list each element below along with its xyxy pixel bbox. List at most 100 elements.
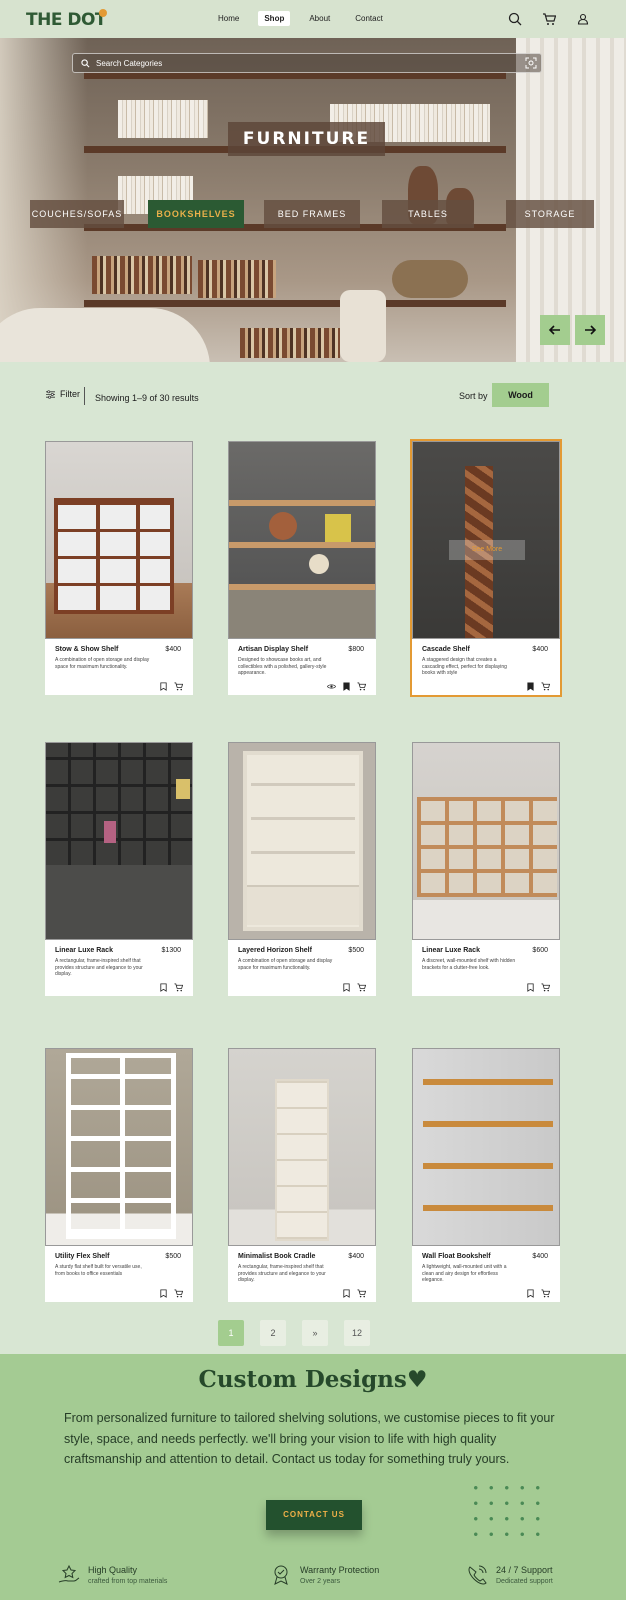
product-card[interactable]: Wall Float Bookshelf $400 A lightweight, w…: [412, 1048, 560, 1302]
product-price: $800: [348, 646, 364, 653]
product-card[interactable]: Linear Luxe Rack $600 A discreet, wall-mou…: [412, 742, 560, 996]
product-price: $600: [532, 947, 548, 954]
see-more-button[interactable]: See More: [449, 540, 525, 560]
bookmark-icon[interactable]: [526, 678, 535, 691]
header-icons: [508, 12, 590, 26]
hero-lamp: [340, 290, 386, 362]
category-couches[interactable]: COUCHES/SOFAS: [30, 200, 124, 228]
cart-icon[interactable]: [174, 1285, 184, 1298]
results-count: Showing 1–9 of 30 results: [95, 393, 199, 403]
product-name: Linear Luxe Rack: [422, 947, 480, 954]
nav-home[interactable]: Home: [212, 11, 245, 26]
bookmark-icon[interactable]: [342, 979, 351, 992]
sort-select[interactable]: Wood: [492, 383, 549, 407]
cart-icon[interactable]: [541, 979, 551, 992]
product-card[interactable]: Linear Luxe Rack $1300 A rectangular, fram…: [45, 742, 193, 996]
hero-basket: [392, 260, 468, 298]
last-page-button[interactable]: 12: [344, 1320, 370, 1346]
hero-shelf: [84, 72, 506, 79]
nav-shop[interactable]: Shop: [258, 11, 291, 26]
feature-quality: High Quality crafted from top materials: [58, 1564, 167, 1586]
product-card[interactable]: Layered Horizon Shelf $500 A combination o…: [228, 742, 376, 996]
product-image[interactable]: [45, 1048, 193, 1246]
hero-shelf: [84, 300, 506, 307]
product-image[interactable]: [45, 742, 193, 940]
hero-books: [240, 328, 340, 358]
bookmark-icon[interactable]: [526, 979, 535, 992]
product-card[interactable]: Stow & Show Shelf $400 A combination of op…: [45, 441, 193, 695]
search-icon[interactable]: [508, 12, 522, 26]
product-name: Minimalist Book Cradle: [238, 1253, 316, 1260]
category-bed-frames[interactable]: BED FRAMES: [264, 200, 360, 228]
product-description: A combination of open storage and displa…: [238, 958, 333, 971]
cart-icon[interactable]: [357, 979, 367, 992]
product-card[interactable]: Minimalist Book Cradle $400 A rectangular,…: [228, 1048, 376, 1302]
results-toolbar: Filter Showing 1–9 of 30 results Sort by…: [0, 383, 626, 411]
bookmark-icon[interactable]: [526, 1285, 535, 1298]
product-price: $400: [532, 1253, 548, 1260]
support-phone-icon: [468, 1565, 487, 1585]
product-image[interactable]: [228, 1048, 376, 1246]
product-image[interactable]: [412, 1048, 560, 1246]
product-name: Cascade Shelf: [422, 646, 470, 653]
product-price: $1300: [161, 947, 181, 954]
contact-us-button[interactable]: CONTACT US: [266, 1500, 362, 1530]
feature-sub: Over 2 years: [300, 1578, 341, 1585]
arrow-right-icon: [585, 325, 597, 335]
product-description: A rectangular, frame-inspired shelf that…: [55, 958, 143, 977]
prev-arrow-button[interactable]: [540, 315, 570, 345]
bookmark-icon[interactable]: [342, 1285, 351, 1298]
product-description: A sturdy flat shelf built for versatile …: [55, 1264, 142, 1277]
view-icon[interactable]: [327, 678, 336, 689]
search-bar[interactable]: [72, 53, 542, 73]
product-image[interactable]: [228, 441, 376, 639]
cart-icon[interactable]: [357, 1285, 367, 1298]
feature-title: High Quality: [88, 1565, 138, 1575]
custom-title: Custom Designs♥: [198, 1366, 428, 1393]
product-price: $400: [532, 646, 548, 653]
logo[interactable]: THE DOT: [26, 10, 107, 30]
product-image[interactable]: [228, 742, 376, 940]
product-image[interactable]: See More: [412, 441, 560, 639]
next-arrow-button[interactable]: [575, 315, 605, 345]
category-bookshelves[interactable]: BOOKSHELVES: [148, 200, 244, 228]
scan-icon[interactable]: [525, 57, 537, 69]
search-input[interactable]: [96, 58, 516, 68]
search-icon: [81, 58, 90, 67]
product-name: Stow & Show Shelf: [55, 646, 119, 653]
product-image[interactable]: [45, 441, 193, 639]
hero-books: [92, 256, 192, 294]
product-name: Linear Luxe Rack: [55, 947, 113, 954]
category-storage[interactable]: STORAGE: [506, 200, 594, 228]
bookmark-icon[interactable]: [159, 979, 168, 992]
cart-icon[interactable]: [357, 678, 367, 691]
product-actions: [526, 678, 551, 691]
product-image[interactable]: [412, 742, 560, 940]
cart-icon[interactable]: [541, 1285, 551, 1298]
product-card[interactable]: Utility Flex Shelf $500 A sturdy flat shel…: [45, 1048, 193, 1302]
cart-icon[interactable]: [174, 979, 184, 992]
filter-button[interactable]: Filter: [46, 389, 80, 399]
bookmark-icon[interactable]: [159, 1285, 168, 1298]
bookmark-icon[interactable]: [342, 678, 351, 691]
bookmark-icon[interactable]: [159, 678, 168, 691]
nav-about[interactable]: About: [303, 11, 336, 26]
product-description: A combination of open storage and displa…: [55, 657, 150, 670]
page-2-button[interactable]: 2: [260, 1320, 286, 1346]
product-actions: [159, 979, 184, 992]
next-page-button[interactable]: »: [302, 1320, 328, 1346]
nav-contact[interactable]: Contact: [349, 11, 389, 26]
cart-icon[interactable]: [541, 678, 551, 691]
category-tables[interactable]: TABLES: [382, 200, 474, 228]
arrow-left-icon: [548, 325, 560, 335]
user-icon[interactable]: [576, 12, 590, 26]
logo-dot: [99, 9, 107, 17]
page-1-button[interactable]: 1: [218, 1320, 244, 1346]
cart-icon[interactable]: [174, 678, 184, 691]
product-card[interactable]: Artisan Display Shelf $800 Designed to sho…: [228, 441, 376, 695]
product-card[interactable]: See More Cascade Shelf $400 A staggered des…: [410, 439, 562, 697]
quality-hand-icon: [58, 1564, 80, 1583]
cart-icon[interactable]: [542, 12, 557, 26]
product-actions: [526, 979, 551, 992]
feature-warranty: Warranty Protection Over 2 years: [270, 1564, 379, 1586]
